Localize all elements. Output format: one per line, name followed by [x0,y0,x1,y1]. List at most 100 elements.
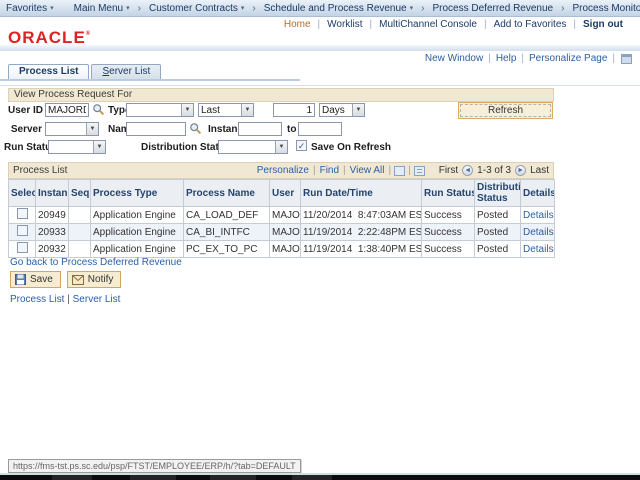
registered-mark: ® [86,31,91,37]
first-label[interactable]: First [439,165,458,176]
go-back-link[interactable]: Go back to Process Deferred Revenue [10,257,182,268]
breadcrumb-process-deferred-revenue[interactable]: Process Deferred Revenue [426,3,559,14]
breadcrumb-main-menu[interactable]: Main Menu▾ [68,3,136,14]
page-links: New Window | Help | Personalize Page | [422,53,632,64]
col-select: Select [9,180,36,207]
previous-page-icon[interactable]: ◄ [462,165,473,176]
page-divider [0,85,640,86]
server-select[interactable]: ▼ [45,122,99,136]
action-buttons: Save Notify [10,271,127,288]
details-link[interactable]: Details [523,210,554,221]
name-lookup-icon[interactable] [189,122,202,135]
next-page-icon[interactable]: ► [515,165,526,176]
cell-distribution-status: Posted [475,224,521,241]
details-link[interactable]: Details [523,227,554,238]
table-row: 20949 Application Engine CA_LOAD_DEF MAJ… [9,207,555,224]
notify-button[interactable]: Notify [67,271,122,288]
help-link[interactable]: Help [496,53,517,64]
cell-process-name: CA_LOAD_DEF [184,207,270,224]
link-divider: | [484,19,487,30]
instance-to-input[interactable] [298,122,342,136]
row-select-checkbox[interactable] [17,208,28,219]
breadcrumb-schedule-process-revenue[interactable]: Schedule and Process Revenue▾ [258,3,419,14]
dropdown-arrow-icon: ▼ [241,104,253,116]
cell-instance: 20932 [36,241,69,258]
table-row: 20932 Application Engine PC_EX_TO_PC MAJ… [9,241,555,258]
cell-distribution-status: Posted [475,241,521,258]
grid-title: Process List [13,165,67,176]
breadcrumb-separator: › [252,3,255,14]
col-process-name: Process Name [184,180,270,207]
user-id-lookup-icon[interactable] [92,103,105,116]
find-link[interactable]: Find [320,165,339,176]
breadcrumb: Favorites▾ Main Menu▾ › Customer Contrac… [0,0,640,17]
cell-user: MAJORD [270,207,301,224]
cell-seq [69,241,91,258]
breadcrumb-item-label: Main Menu [74,3,123,14]
grid-title-bar: Process List Personalize | Find | View A… [8,162,554,179]
view-all-link[interactable]: View All [350,165,385,176]
col-seq: Seq. [69,180,91,207]
multichannel-console-link[interactable]: MultiChannel Console [379,19,477,30]
row-select-checkbox[interactable] [17,225,28,236]
http-window-icon[interactable] [621,54,632,64]
last-label[interactable]: Last [530,165,549,176]
tab-label: Server List [102,66,150,77]
days-select-value: Days [320,105,352,116]
breadcrumb-separator: › [421,3,424,14]
breadcrumb-item-label: Schedule and Process Revenue [264,3,407,14]
cell-instance: 20949 [36,207,69,224]
server-list-footer-link[interactable]: Server List [73,294,121,305]
days-select[interactable]: Days▼ [319,103,365,117]
cell-process-type: Application Engine [91,224,184,241]
zoom-grid-icon[interactable] [394,166,405,176]
save-on-refresh-checkbox[interactable] [296,140,307,151]
breadcrumb-customer-contracts[interactable]: Customer Contracts▾ [143,3,250,14]
save-on-refresh-label: Save On Refresh [311,142,391,153]
cell-user: MAJORD [270,241,301,258]
link-divider: | [313,165,316,176]
add-to-favorites-link[interactable]: Add to Favorites [494,19,567,30]
home-link[interactable]: Home [284,19,311,30]
tab-process-list[interactable]: Process List [8,64,89,79]
grid-pagination: First ◄ 1-3 of 3 ► Last [439,165,549,176]
worklist-link[interactable]: Worklist [327,19,362,30]
breadcrumb-item-label: Customer Contracts [149,3,238,14]
personalize-page-link[interactable]: Personalize Page [529,53,607,64]
to-label: to [287,124,296,135]
process-list-grid: Process List Personalize | Find | View A… [8,162,554,258]
name-input[interactable] [126,122,186,136]
table-row: 20933 Application Engine CA_BI_INTFC MAJ… [9,224,555,241]
breadcrumb-process-monitor[interactable]: Process Monitor [566,3,640,14]
personalize-link[interactable]: Personalize [257,165,309,176]
run-status-select[interactable]: ▼ [48,140,106,154]
type-select[interactable]: ▼ [126,103,194,117]
link-divider: | [370,19,373,30]
instance-from-input[interactable] [238,122,282,136]
process-table: Select Instance Seq. Process Type Proces… [8,179,555,258]
notify-button-label: Notify [88,274,114,285]
tab-server-list[interactable]: Server List [91,64,161,79]
link-divider: | [573,19,576,30]
download-spreadsheet-icon[interactable] [414,166,425,176]
breadcrumb-favorites-label: Favorites [6,3,47,14]
save-button[interactable]: Save [10,271,61,288]
dropdown-arrow-icon: ▼ [181,104,193,116]
breadcrumb-favorites[interactable]: Favorites▾ [0,3,60,14]
dropdown-arrow-icon: ▼ [93,141,105,153]
user-id-input[interactable] [45,103,89,117]
details-link[interactable]: Details [523,244,554,255]
sign-out-link[interactable]: Sign out [583,19,623,30]
last-select[interactable]: Last▼ [198,103,254,117]
user-id-label: User ID [8,105,42,116]
utility-links: Home | Worklist | MultiChannel Console |… [277,19,630,30]
cell-run-datetime: 11/19/2014 2:22:48PM EST [301,224,422,241]
row-select-checkbox[interactable] [17,242,28,253]
refresh-button[interactable]: Refresh [458,102,553,119]
last-count-input[interactable] [273,103,315,117]
process-list-footer-link[interactable]: Process List [10,294,64,305]
distribution-status-select[interactable]: ▼ [218,140,288,154]
last-select-value: Last [199,105,241,116]
new-window-link[interactable]: New Window [425,53,483,64]
table-header-row: Select Instance Seq. Process Type Proces… [9,180,555,207]
